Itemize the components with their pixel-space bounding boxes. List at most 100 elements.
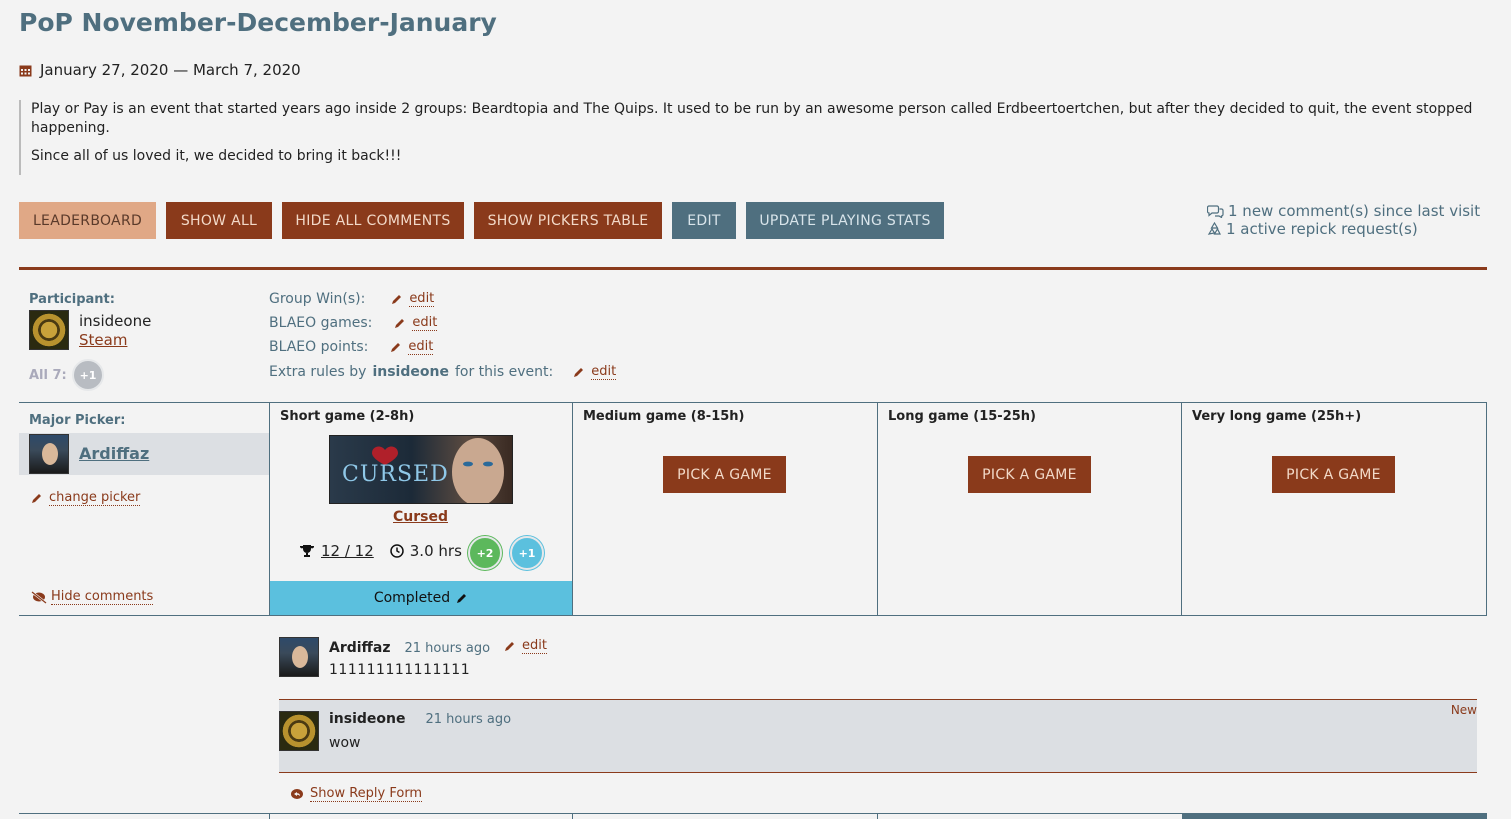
calendar-icon bbox=[19, 65, 32, 76]
update-playing-stats-button[interactable]: UPDATE PLAYING STATS bbox=[746, 202, 944, 239]
picker-avatar[interactable] bbox=[29, 434, 69, 474]
repick-notice[interactable]: 1 active repick request(s) bbox=[1207, 220, 1480, 238]
pick-game-very-long-button[interactable]: PICK A GAME bbox=[1272, 456, 1395, 493]
extra-rules-edit-link[interactable]: edit bbox=[591, 364, 617, 380]
group-wins-edit-link[interactable]: edit bbox=[409, 291, 435, 307]
hide-comments-text: Hide comments bbox=[51, 589, 154, 605]
reply-icon bbox=[291, 788, 303, 799]
comment-author[interactable]: insideone bbox=[329, 711, 406, 727]
extra-rules-prefix: Extra rules by bbox=[269, 364, 367, 380]
repick-text: 1 active repick request(s) bbox=[1226, 220, 1418, 238]
event-description: Play or Pay is an event that started yea… bbox=[19, 100, 1497, 175]
participant-name: insideone bbox=[79, 312, 152, 330]
change-picker-text: change picker bbox=[49, 490, 141, 506]
comment-edit[interactable]: edit bbox=[504, 638, 547, 654]
status-text: Completed bbox=[373, 590, 451, 606]
change-picker-link[interactable]: change picker bbox=[31, 490, 141, 506]
blaeo-points-label: BLAEO points: bbox=[269, 339, 369, 355]
game-title-link[interactable]: Cursed bbox=[393, 509, 448, 525]
page-title: PoP November-December-January bbox=[19, 8, 497, 37]
recycle-icon bbox=[1207, 222, 1221, 235]
next-row-cell bbox=[1182, 813, 1487, 819]
grid-divider bbox=[877, 402, 878, 616]
column-header-very-long: Very long game (25h+) bbox=[1192, 409, 1362, 424]
group-wins-row: Group Win(s): edit bbox=[269, 291, 435, 307]
blaeo-points-row: BLAEO points: edit bbox=[269, 339, 434, 355]
rating-badge-blue[interactable]: +1 bbox=[510, 536, 544, 570]
comment-header: Ardiffaz 21 hours ago edit bbox=[329, 638, 547, 656]
blaeo-games-label: BLAEO games: bbox=[269, 315, 373, 331]
grid-border bbox=[19, 402, 1487, 403]
show-reply-form-link[interactable]: Show Reply Form bbox=[290, 786, 423, 802]
notices: 1 new comment(s) since last visit 1 acti… bbox=[1207, 202, 1480, 238]
pencil-icon bbox=[505, 642, 515, 651]
achievements-link[interactable]: 12 / 12 bbox=[321, 542, 374, 560]
comment-avatar[interactable] bbox=[279, 711, 319, 751]
game-stats: 12 / 12 3.0 hrs bbox=[299, 542, 462, 560]
event-dates: January 27, 2020 — March 7, 2020 bbox=[19, 61, 301, 79]
game-cover-image[interactable]: CURSED bbox=[329, 435, 513, 504]
pick-game-long-button[interactable]: PICK A GAME bbox=[968, 456, 1091, 493]
clock-icon bbox=[390, 544, 404, 558]
new-comments-notice[interactable]: 1 new comment(s) since last visit bbox=[1207, 202, 1480, 220]
column-header-long: Long game (15-25h) bbox=[888, 409, 1036, 424]
comment-author[interactable]: Ardiffaz bbox=[329, 640, 391, 656]
show-all-button[interactable]: SHOW ALL bbox=[166, 202, 272, 239]
comment-time: 21 hours ago bbox=[404, 641, 491, 656]
date-range: January 27, 2020 — March 7, 2020 bbox=[40, 61, 301, 79]
extra-rules-suffix: for this event: bbox=[454, 364, 554, 380]
pick-game-medium-button[interactable]: PICK A GAME bbox=[663, 456, 786, 493]
hide-all-comments-button[interactable]: HIDE ALL COMMENTS bbox=[282, 202, 464, 239]
column-header-short: Short game (2-8h) bbox=[280, 409, 415, 424]
participant-label: Participant: bbox=[29, 292, 115, 307]
picker-name-link[interactable]: Ardiffaz bbox=[79, 444, 149, 463]
pencil-icon bbox=[32, 494, 41, 503]
all-games-badge[interactable]: +1 bbox=[72, 359, 104, 391]
leaderboard-button[interactable]: LEADERBOARD bbox=[19, 202, 156, 239]
blaeo-points-edit-link[interactable]: edit bbox=[408, 339, 434, 355]
game-cover-text: CURSED bbox=[342, 462, 449, 487]
pencil-icon bbox=[392, 295, 402, 304]
edit-event-button[interactable]: EDIT bbox=[672, 202, 736, 239]
comments-icon bbox=[1207, 205, 1224, 218]
grid-divider bbox=[877, 813, 878, 819]
pencil-icon bbox=[574, 368, 584, 377]
blaeo-games-row: BLAEO games: edit bbox=[269, 315, 438, 331]
pencil-icon bbox=[457, 594, 467, 603]
extra-rules-user: insideone bbox=[372, 364, 449, 380]
grid-divider bbox=[572, 813, 573, 819]
new-badge: New bbox=[1450, 703, 1477, 717]
rating-badge-green[interactable]: +2 bbox=[468, 536, 502, 570]
new-comments-text: 1 new comment(s) since last visit bbox=[1228, 202, 1481, 220]
playtime: 3.0 hrs bbox=[409, 542, 462, 560]
pencil-icon bbox=[391, 343, 401, 352]
trophy-icon bbox=[300, 545, 314, 557]
comment-time: 21 hours ago bbox=[425, 712, 512, 727]
hide-comments-link[interactable]: Hide comments bbox=[31, 589, 154, 605]
column-header-medium: Medium game (8-15h) bbox=[583, 409, 745, 424]
status-completed[interactable]: Completed bbox=[270, 581, 572, 615]
comment-text: wow bbox=[329, 735, 361, 751]
comment-slash-icon bbox=[31, 590, 47, 604]
comment-text: 111111111111111 bbox=[329, 662, 471, 678]
section-divider bbox=[19, 267, 1487, 270]
grid-divider bbox=[269, 813, 270, 819]
participant-avatar[interactable] bbox=[29, 310, 69, 350]
blaeo-games-edit-link[interactable]: edit bbox=[412, 315, 438, 331]
grid-border bbox=[19, 615, 1487, 616]
all-games-label: All 7: bbox=[29, 368, 67, 383]
reply-form-text: Show Reply Form bbox=[310, 786, 423, 802]
description-paragraph: Since all of us loved it, we decided to … bbox=[31, 148, 402, 164]
comment-edit-link: edit bbox=[522, 638, 547, 654]
grid-divider bbox=[1486, 402, 1487, 616]
comment-header: insideone 21 hours ago bbox=[329, 711, 511, 727]
show-pickers-table-button[interactable]: SHOW PICKERS TABLE bbox=[474, 202, 662, 239]
steam-profile-link[interactable]: Steam bbox=[79, 331, 127, 349]
group-wins-label: Group Win(s): bbox=[269, 291, 366, 307]
comment-avatar[interactable] bbox=[279, 637, 319, 677]
grid-divider bbox=[572, 402, 573, 616]
pencil-icon bbox=[395, 319, 405, 328]
major-picker-label: Major Picker: bbox=[29, 413, 126, 428]
extra-rules-row: Extra rules by insideone for this event:… bbox=[269, 364, 617, 380]
description-paragraph: Play or Pay is an event that started yea… bbox=[31, 101, 1473, 136]
